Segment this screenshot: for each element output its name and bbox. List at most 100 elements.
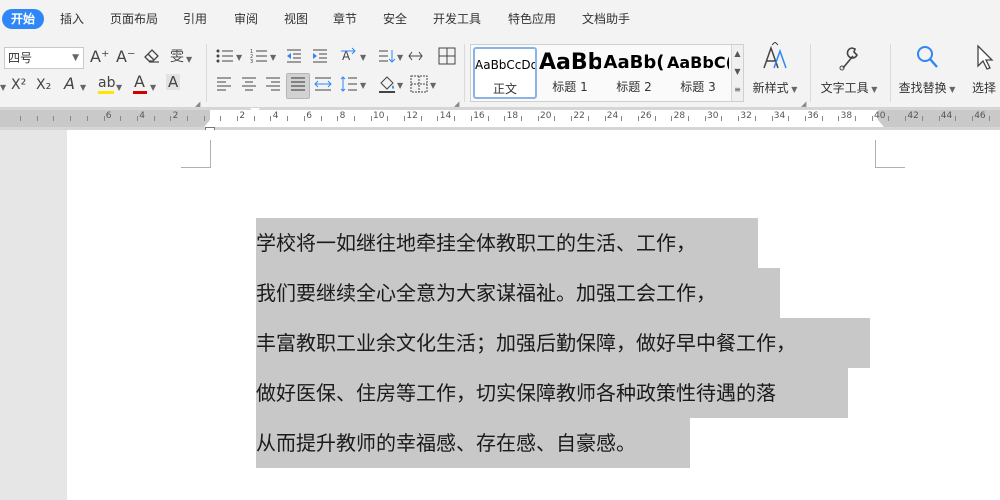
shading-fill-icon[interactable] bbox=[378, 75, 396, 97]
grow-font-icon[interactable]: A⁺ bbox=[90, 49, 109, 65]
ruler-tick bbox=[454, 116, 455, 121]
clear-format-icon[interactable] bbox=[144, 48, 160, 67]
ruler-tick bbox=[538, 116, 539, 121]
ruler-tick bbox=[53, 116, 54, 121]
ruler-tick bbox=[104, 116, 105, 121]
tab-special-apps[interactable]: 特色应用 bbox=[508, 9, 556, 29]
ruler-number: 18 bbox=[506, 111, 519, 121]
tab-insert[interactable]: 插入 bbox=[60, 9, 84, 29]
find-replace-button[interactable]: 查找替换 ▼ bbox=[896, 42, 958, 96]
chevron-down-icon[interactable]: ▼ bbox=[360, 50, 366, 66]
align-left-icon[interactable] bbox=[216, 76, 232, 96]
borders-icon[interactable] bbox=[410, 75, 428, 97]
line-spacing-icon[interactable] bbox=[340, 75, 358, 97]
right-indent-marker[interactable] bbox=[872, 120, 884, 127]
sort-icon[interactable] bbox=[378, 48, 396, 68]
align-right-icon[interactable] bbox=[265, 76, 281, 96]
ruler-number: 2 bbox=[239, 111, 246, 121]
ruler-tick bbox=[688, 116, 689, 121]
ruler-number: 22 bbox=[573, 111, 585, 121]
ruler-number: 38 bbox=[840, 111, 853, 121]
chevron-down-icon[interactable]: ▼ bbox=[80, 80, 86, 96]
ruler-number: 28 bbox=[673, 111, 686, 121]
text-tools-button[interactable]: 文字工具 ▼ bbox=[818, 42, 880, 96]
bullet-list-icon[interactable] bbox=[216, 48, 234, 68]
chevron-down-icon[interactable]: ▼ bbox=[360, 78, 366, 94]
style-heading-2[interactable]: AaBb( 标题 2 bbox=[603, 47, 665, 99]
chevron-down-icon[interactable]: ▼ bbox=[116, 80, 122, 96]
crop-mark-top-right bbox=[875, 140, 905, 168]
left-indent-marker[interactable] bbox=[204, 120, 216, 127]
ruler-tick bbox=[371, 116, 372, 121]
new-style-button[interactable]: 新样式 ▼ bbox=[752, 41, 798, 96]
increase-indent-icon[interactable] bbox=[312, 48, 328, 68]
char-shading-icon[interactable]: A bbox=[166, 74, 181, 90]
tab-view[interactable]: 视图 bbox=[284, 9, 308, 29]
ruler-number: 12 bbox=[406, 111, 418, 121]
chevron-down-icon[interactable]: ▼ bbox=[186, 52, 192, 68]
align-center-icon[interactable] bbox=[241, 76, 257, 96]
ruler-tick bbox=[638, 116, 639, 121]
chevron-down-icon[interactable]: ▼ bbox=[236, 50, 242, 66]
chevron-down-icon[interactable]: ▼ bbox=[150, 80, 156, 96]
ruler-number: 26 bbox=[640, 111, 652, 121]
search-icon bbox=[896, 42, 958, 79]
numbered-list-icon[interactable]: 123 bbox=[250, 48, 268, 68]
table-insert-icon[interactable] bbox=[438, 47, 456, 69]
scroll-down-icon[interactable]: ▼ bbox=[732, 63, 743, 81]
chevron-down-icon[interactable]: ▼ bbox=[270, 50, 276, 66]
style-gallery: AaBbCcDd 正文 AaBb 标题 1 AaBb( 标题 2 AaBbC( … bbox=[470, 44, 744, 102]
horizontal-ruler[interactable]: 6 4 2 2 4 6 8 10 12 14 16 18 20 22 24 26 28 30 32 34 36 38 40 4… bbox=[0, 108, 1000, 131]
document-page[interactable]: 学校将一如继往地牵挂全体教职工的生活、工作， 我们要继续全心全意为大家谋福祉。加… bbox=[67, 130, 1000, 500]
chevron-down-icon[interactable]: ▼ bbox=[430, 78, 436, 94]
select-button[interactable]: 选择 bbox=[964, 42, 1000, 96]
ruler-tick bbox=[387, 116, 388, 121]
font-size-select[interactable]: 四号 ▼ bbox=[4, 47, 84, 69]
scroll-up-icon[interactable]: ▲ bbox=[732, 45, 743, 63]
tab-security[interactable]: 安全 bbox=[383, 9, 407, 29]
paragraph-line[interactable]: 我们要继续全心全意为大家谋福祉。加强工会工作， bbox=[256, 268, 780, 318]
subscript-icon[interactable]: X₂ bbox=[36, 77, 51, 93]
superscript-icon[interactable]: X² bbox=[11, 77, 26, 93]
shrink-font-icon[interactable]: A⁻ bbox=[116, 49, 135, 65]
paragraph-line[interactable]: 从而提升教师的幸福感、存在感、自豪感。 bbox=[256, 418, 690, 468]
style-normal[interactable]: AaBbCcDd 正文 bbox=[473, 47, 537, 99]
highlight-icon[interactable]: ab bbox=[98, 75, 115, 91]
align-justify-icon[interactable] bbox=[286, 73, 310, 99]
chevron-down-icon[interactable]: ▼ bbox=[0, 80, 6, 96]
paragraph-line[interactable]: 做好医保、住房等工作，切实保障教师各种政策性待遇的落 bbox=[256, 368, 848, 418]
ruler-number: 20 bbox=[540, 111, 552, 121]
tab-references[interactable]: 引用 bbox=[183, 9, 207, 29]
paragraph-line[interactable]: 学校将一如继往地牵挂全体教职工的生活、工作， bbox=[256, 218, 758, 268]
new-style-label: 新样式 bbox=[752, 81, 789, 95]
chevron-down-icon[interactable]: ▼ bbox=[397, 78, 403, 94]
ruler-tick bbox=[788, 116, 789, 121]
text-direction-icon[interactable]: A bbox=[340, 47, 358, 69]
chevron-down-icon[interactable]: ▼ bbox=[397, 50, 403, 66]
phonetic-guide-icon[interactable]: 雯 bbox=[170, 49, 184, 65]
ruler-tick bbox=[554, 116, 555, 121]
distributed-align-icon[interactable] bbox=[314, 76, 332, 96]
ruler-tick bbox=[838, 116, 839, 121]
style-heading-3[interactable]: AaBbC( 标题 3 bbox=[667, 47, 729, 99]
decrease-indent-icon[interactable] bbox=[286, 48, 302, 68]
font-color-icon[interactable]: A bbox=[134, 74, 145, 90]
gallery-expand-icon[interactable]: ≡ bbox=[732, 81, 743, 99]
style-heading-1[interactable]: AaBb 标题 1 bbox=[539, 47, 601, 99]
style-heading-3-label: 标题 3 bbox=[680, 80, 716, 94]
tab-home[interactable]: 开始 bbox=[2, 9, 45, 29]
text-effect-icon[interactable]: A bbox=[64, 76, 75, 92]
show-marks-icon[interactable] bbox=[408, 48, 426, 68]
paragraph-line[interactable]: 丰富教职工业余文化生活；加强后勤保障，做好早中餐工作， bbox=[256, 318, 870, 368]
tab-doc-assistant[interactable]: 文档助手 bbox=[582, 9, 630, 29]
style-heading-3-sample: AaBbC( bbox=[667, 53, 729, 72]
ruler-tick bbox=[955, 116, 956, 121]
tab-page-layout[interactable]: 页面布局 bbox=[110, 9, 158, 29]
menu-bar: 开始 插入 页面布局 引用 审阅 视图 章节 安全 开发工具 特色应用 文档助手 bbox=[0, 0, 1000, 38]
tab-developer-tools[interactable]: 开发工具 bbox=[433, 9, 481, 29]
first-line-indent-marker[interactable] bbox=[250, 108, 260, 114]
tab-review[interactable]: 审阅 bbox=[234, 9, 258, 29]
tab-chapter[interactable]: 章节 bbox=[333, 9, 357, 29]
ruler-tick bbox=[504, 116, 505, 121]
gallery-scroll[interactable]: ▲ ▼ ≡ bbox=[731, 45, 743, 101]
